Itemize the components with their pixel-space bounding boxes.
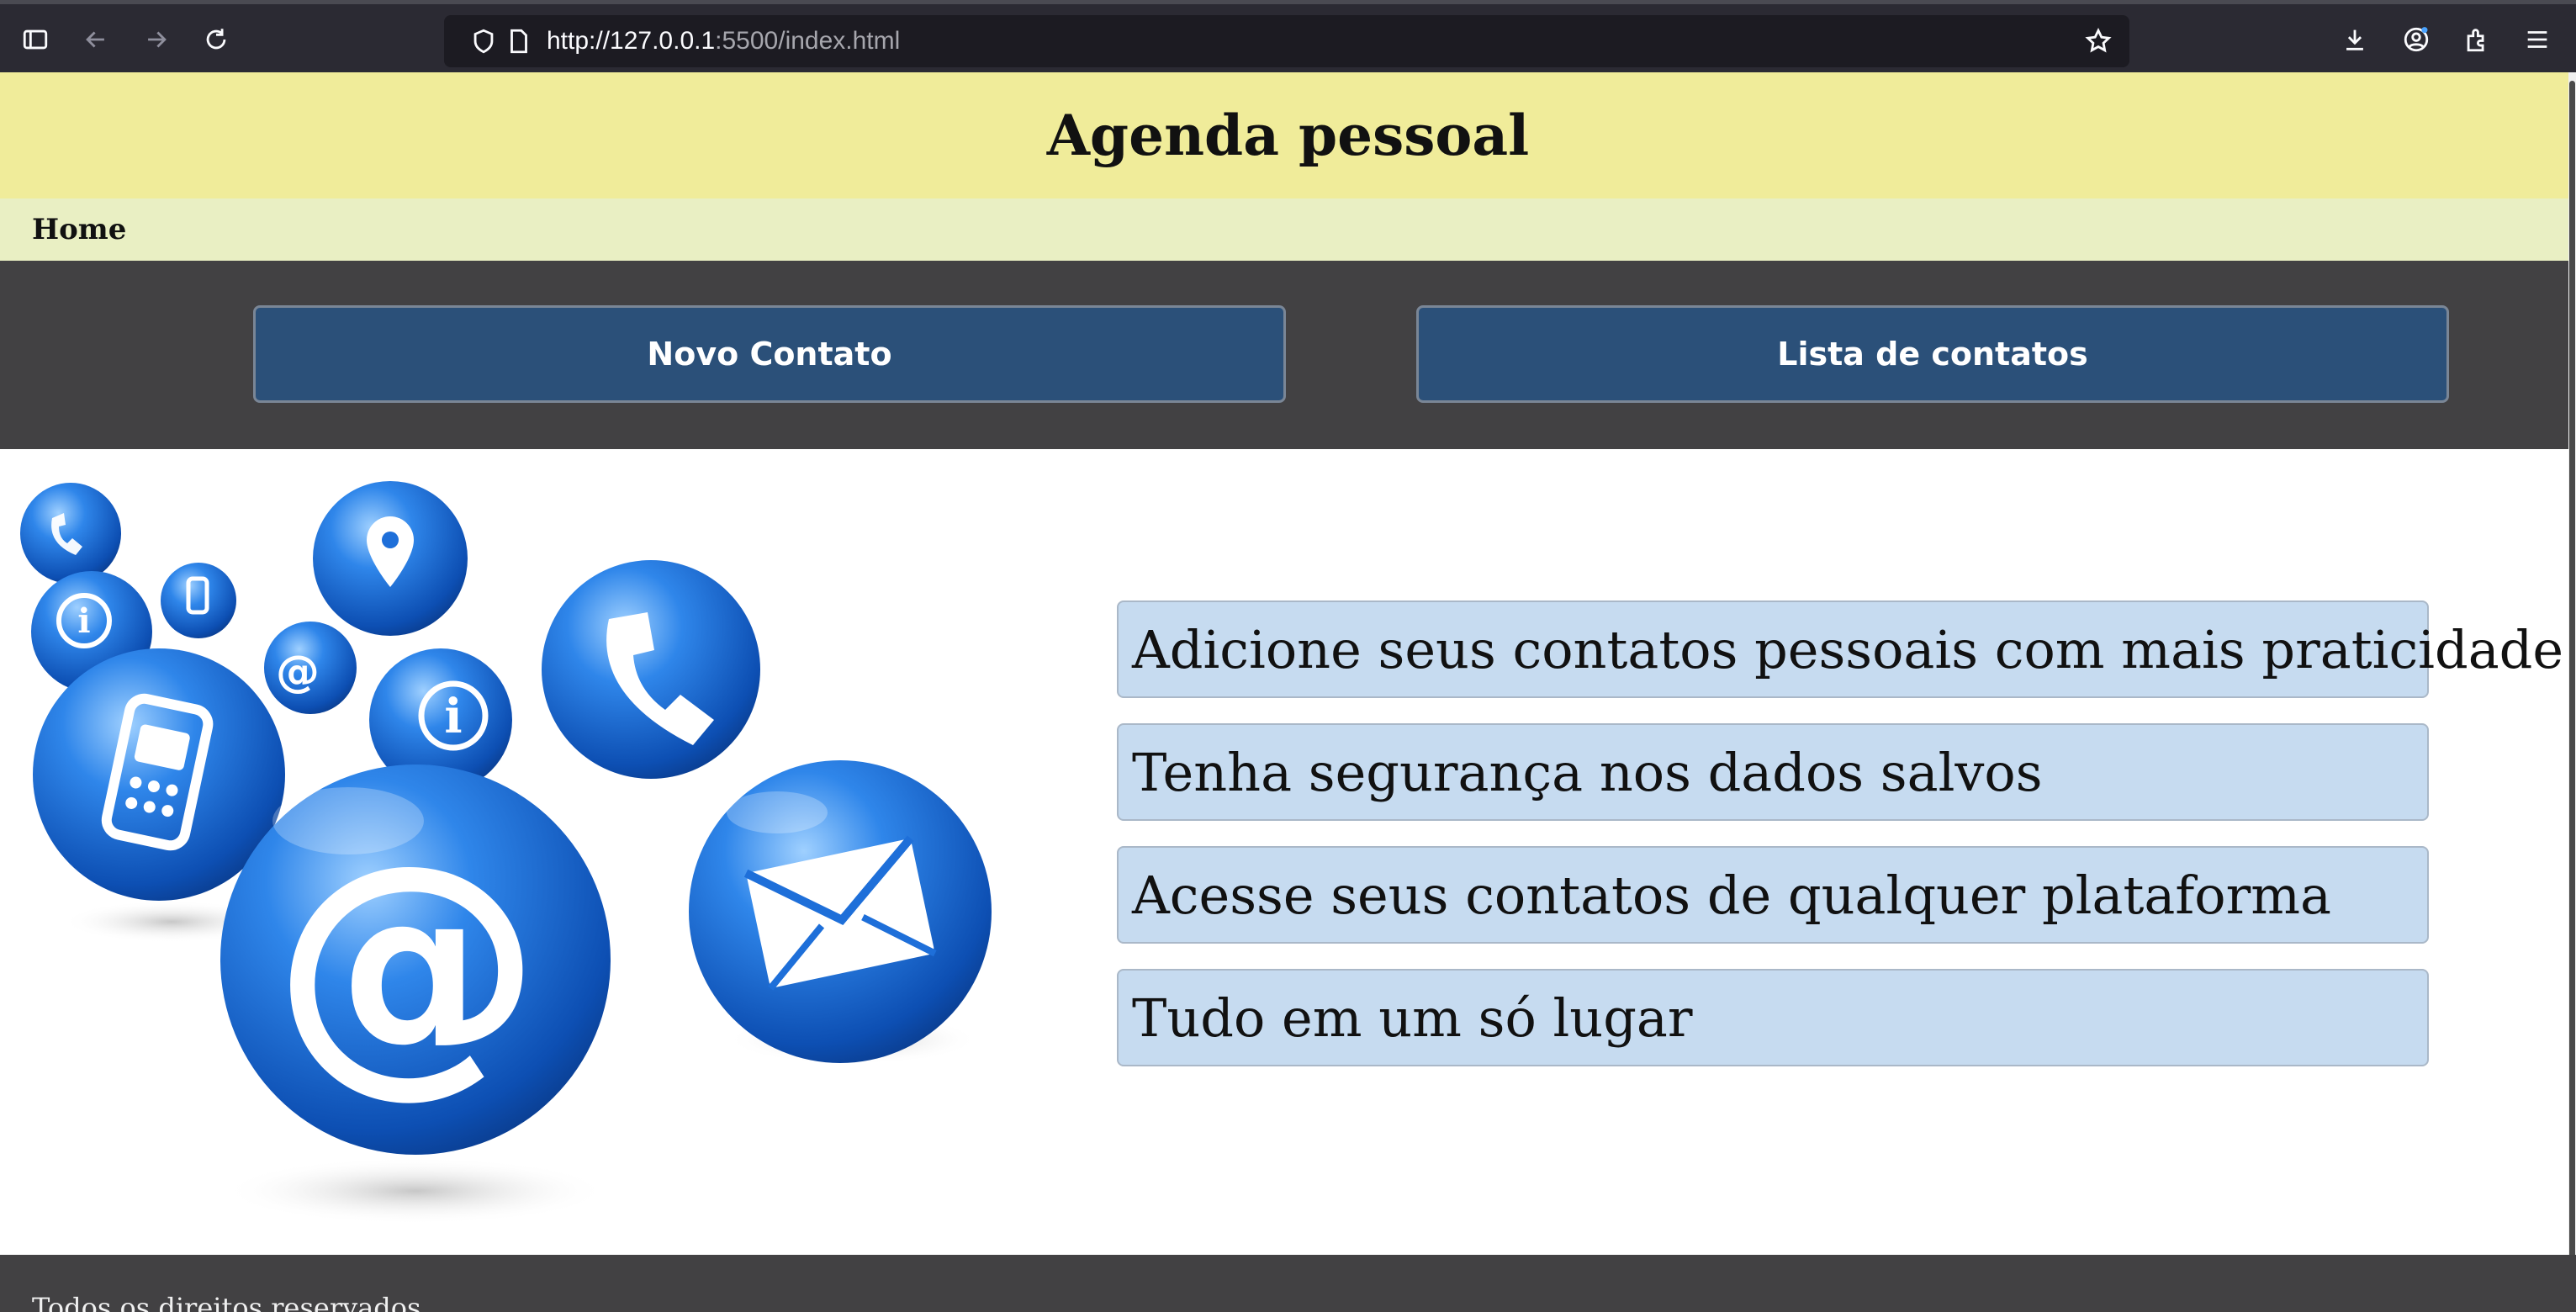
svg-text:i: i: [444, 689, 462, 744]
url-text[interactable]: http://127.0.0.1:5500/index.html: [547, 15, 900, 67]
browser-toolbar: http://127.0.0.1:5500/index.html: [0, 0, 2576, 72]
feature-item: Tudo em um só lugar: [1117, 969, 2429, 1066]
new-contact-button[interactable]: Novo Contato: [253, 305, 1286, 403]
forward-icon[interactable]: [140, 23, 173, 56]
page-icon[interactable]: [505, 27, 533, 56]
feature-item: Adicione seus contatos pessoais com mais…: [1117, 600, 2563, 698]
page-title: Agenda pessoal: [1046, 103, 1530, 168]
url-bar[interactable]: http://127.0.0.1:5500/index.html: [444, 15, 2129, 67]
shield-icon[interactable]: [469, 27, 498, 56]
main-content: i @ i @ Adicione seus contatos pessoais …: [0, 449, 2565, 1255]
features-list: Adicione seus contatos pessoais com mais…: [1117, 600, 2563, 1092]
sidebar-icon[interactable]: [19, 23, 52, 56]
contact-spheres-illustration: i @ i @: [20, 481, 992, 1225]
account-icon[interactable]: [2399, 23, 2433, 56]
action-bar: Novo Contato Lista de contatos: [0, 261, 2576, 449]
reload-icon[interactable]: [199, 23, 233, 56]
site-header: Agenda pessoal: [0, 72, 2576, 198]
svg-text:@: @: [276, 647, 320, 697]
scrollbar-thumb[interactable]: [2569, 81, 2575, 1283]
svg-text:@: @: [272, 807, 542, 1120]
download-icon[interactable]: [2338, 23, 2372, 56]
site-footer: Todos os direitos reservados: [0, 1255, 2576, 1312]
footer-text: Todos os direitos reservados: [32, 1292, 421, 1312]
extensions-icon[interactable]: [2460, 23, 2494, 56]
contact-list-button[interactable]: Lista de contatos: [1416, 305, 2449, 403]
menu-icon[interactable]: [2520, 23, 2554, 56]
nav-home-link[interactable]: Home: [32, 198, 126, 261]
feature-item: Acesse seus contatos de qualquer platafo…: [1117, 846, 2429, 944]
site-nav: Home: [0, 198, 2576, 261]
star-icon[interactable]: [2084, 27, 2113, 56]
page-scrollbar[interactable]: [2568, 72, 2576, 1283]
svg-text:i: i: [77, 601, 90, 641]
back-icon[interactable]: [79, 23, 113, 56]
feature-item: Tenha segurança nos dados salvos: [1117, 723, 2429, 821]
